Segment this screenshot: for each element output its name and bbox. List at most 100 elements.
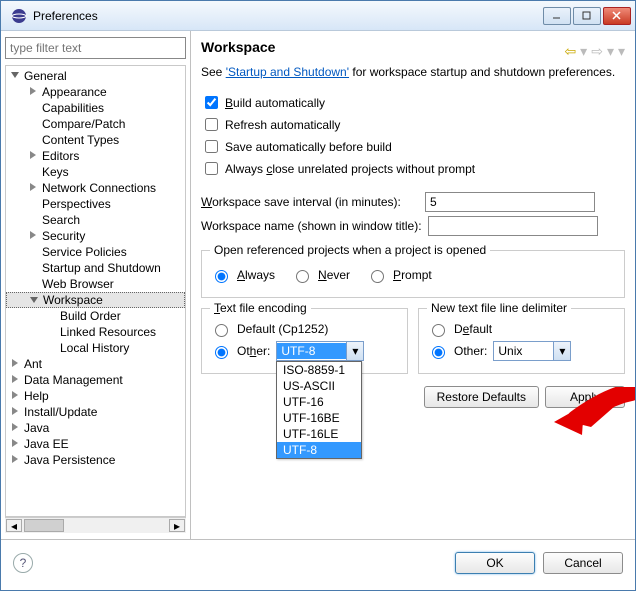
back-icon[interactable]: ⇦ xyxy=(564,43,576,60)
tree-item[interactable]: Java EE xyxy=(6,436,185,452)
encoding-combo[interactable]: UTF-8 ▾ xyxy=(276,341,364,361)
never-radio[interactable] xyxy=(296,270,309,283)
view-menu-icon[interactable]: ▾ xyxy=(618,43,625,60)
filter-input[interactable] xyxy=(5,37,186,59)
tree-item[interactable]: Security xyxy=(6,228,185,244)
help-icon[interactable]: ? xyxy=(13,553,33,573)
always-radio[interactable] xyxy=(215,270,228,283)
tree-label: Search xyxy=(42,213,80,227)
wsname-input[interactable] xyxy=(428,216,598,236)
button-label: Restore Defaults xyxy=(437,390,526,404)
encoding-option[interactable]: UTF-8 xyxy=(277,442,361,458)
scroll-left-icon[interactable]: ◂ xyxy=(6,519,22,532)
tree-item[interactable]: Capabilities xyxy=(6,100,185,116)
tree-item[interactable]: Network Connections xyxy=(6,180,185,196)
tree-item[interactable]: Appearance xyxy=(6,84,185,100)
tree-item[interactable]: Service Policies xyxy=(6,244,185,260)
tree-item[interactable]: Search xyxy=(6,212,185,228)
delimiter-combo[interactable]: Unix ▾ xyxy=(493,341,571,361)
page-title: Workspace xyxy=(201,39,275,55)
encoding-dropdown[interactable]: ISO-8859-1 US-ASCII UTF-16 UTF-16BE UTF-… xyxy=(276,361,362,459)
dropdown-icon[interactable]: ▾ xyxy=(553,342,570,360)
encoding-option[interactable]: ISO-8859-1 xyxy=(277,362,361,378)
triangle-right-icon xyxy=(28,150,38,160)
tree-item-general[interactable]: General xyxy=(6,68,185,84)
startup-shutdown-link[interactable]: 'Startup and Shutdown' xyxy=(226,65,349,79)
never-label: NeverNever xyxy=(318,268,350,282)
interval-input[interactable] xyxy=(425,192,595,212)
apply-button[interactable]: Apply xyxy=(545,386,625,408)
scroll-thumb[interactable] xyxy=(24,519,64,532)
default-encoding-radio[interactable] xyxy=(215,324,228,337)
close-button[interactable] xyxy=(603,7,631,25)
tree-label: Install/Update xyxy=(24,405,97,419)
tree-item[interactable]: Content Types xyxy=(6,132,185,148)
other-delim-radio[interactable] xyxy=(432,346,445,359)
tree-label: Web Browser xyxy=(42,277,114,291)
build-auto-label: BBuild automaticallyuild automatically xyxy=(225,96,325,110)
tree-item[interactable]: Linked Resources xyxy=(6,324,185,340)
tree-item[interactable]: Web Browser xyxy=(6,276,185,292)
prompt-radio[interactable] xyxy=(371,270,384,283)
page-nav: ⇦▾ ⇨▾ ▾ xyxy=(564,43,625,60)
minimize-button[interactable] xyxy=(543,7,571,25)
encoding-option[interactable]: US-ASCII xyxy=(277,378,361,394)
triangle-right-icon xyxy=(10,390,20,400)
open-referenced-group: Open referenced projects when a project … xyxy=(201,250,625,298)
tree-item[interactable]: Editors xyxy=(6,148,185,164)
tree-label: Ant xyxy=(24,357,42,371)
tree-label: Startup and Shutdown xyxy=(42,261,161,275)
tree-label: Java Persistence xyxy=(24,453,115,467)
save-before-build-checkbox[interactable] xyxy=(205,140,218,153)
build-auto-checkbox[interactable] xyxy=(205,96,218,109)
dialog-footer: ? OK Cancel xyxy=(1,539,635,585)
ok-button[interactable]: OK xyxy=(455,552,535,574)
tree-horizontal-scrollbar[interactable]: ◂ ▸ xyxy=(5,517,186,533)
always-label: AlwaysAlways xyxy=(237,268,275,282)
tree-item[interactable]: Java Persistence xyxy=(6,452,185,468)
tree-item[interactable]: Install/Update xyxy=(6,404,185,420)
triangle-down-icon xyxy=(29,295,39,305)
tree-item[interactable]: Build Order xyxy=(6,308,185,324)
encoding-option[interactable]: UTF-16 xyxy=(277,394,361,410)
encoding-option[interactable]: UTF-16LE xyxy=(277,426,361,442)
default-encoding-label: Default (Cp1252) xyxy=(237,322,328,336)
titlebar[interactable]: Preferences xyxy=(1,1,635,31)
restore-defaults-button[interactable]: Restore Defaults xyxy=(424,386,539,408)
tree-item[interactable]: Java xyxy=(6,420,185,436)
wsname-label: Workspace name (shown in window title): xyxy=(201,219,422,233)
dropdown-icon[interactable]: ▾ xyxy=(346,342,363,360)
close-unrelated-label: Always close unrelated projects without … xyxy=(225,162,475,176)
tree-label: Service Policies xyxy=(42,245,127,259)
back-menu-icon[interactable]: ▾ xyxy=(580,43,587,60)
scroll-right-icon[interactable]: ▸ xyxy=(169,519,185,532)
tree-item[interactable]: Help xyxy=(6,388,185,404)
tree-item[interactable]: Keys xyxy=(6,164,185,180)
close-unrelated-checkbox[interactable] xyxy=(205,162,218,175)
triangle-right-icon xyxy=(10,358,20,368)
delimiter-legend: New text file line delimiterNew text fil… xyxy=(427,301,571,315)
eclipse-icon xyxy=(11,8,27,24)
tree-label: Capabilities xyxy=(42,101,104,115)
tree-item[interactable]: Startup and Shutdown xyxy=(6,260,185,276)
encoding-option[interactable]: UTF-16BE xyxy=(277,410,361,426)
tree-item[interactable]: Compare/Patch xyxy=(6,116,185,132)
tree-label: Content Types xyxy=(42,133,119,147)
tree-item[interactable]: Ant xyxy=(6,356,185,372)
triangle-right-icon xyxy=(10,374,20,384)
maximize-button[interactable] xyxy=(573,7,601,25)
cancel-button[interactable]: Cancel xyxy=(543,552,623,574)
default-delim-radio[interactable] xyxy=(432,324,445,337)
tree-item[interactable]: Data Management xyxy=(6,372,185,388)
tree-item[interactable]: Perspectives xyxy=(6,196,185,212)
button-label: Apply xyxy=(570,390,600,404)
preferences-tree[interactable]: General Appearance Capabilities Compare/… xyxy=(5,65,186,517)
tree-item-workspace[interactable]: Workspace xyxy=(6,292,185,308)
forward-menu-icon[interactable]: ▾ xyxy=(607,43,614,60)
triangle-right-icon xyxy=(28,230,38,240)
tree-item[interactable]: Local History xyxy=(6,340,185,356)
other-delim-label: Other: xyxy=(454,344,487,358)
forward-icon[interactable]: ⇨ xyxy=(591,43,603,60)
refresh-auto-checkbox[interactable] xyxy=(205,118,218,131)
other-encoding-radio[interactable] xyxy=(215,346,228,359)
